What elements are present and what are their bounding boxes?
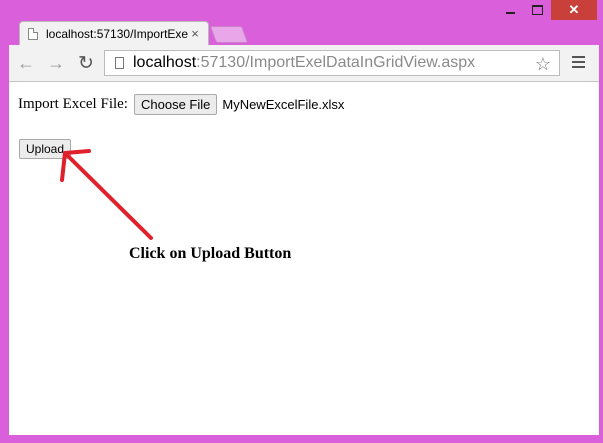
page-icon (115, 57, 124, 69)
annotation-text: Click on Upload Button (129, 245, 292, 262)
browser-toolbar: ← → ↻ localhost:57130/ImportExelDataInGr… (9, 45, 599, 82)
browser-window: ✕ localhost:57130/ImportExe × ← → ↻ loca… (0, 0, 603, 443)
tab-close-icon[interactable]: × (188, 26, 202, 41)
star-icon[interactable]: ☆ (535, 54, 551, 75)
minimize-icon[interactable] (497, 0, 524, 20)
file-label: Import Excel File: (18, 96, 128, 112)
url-path: :57130/ImportExelDataInGridView.aspx (196, 54, 476, 71)
forward-arrow-icon[interactable]: → (46, 53, 66, 73)
choose-file-button[interactable]: Choose File (133, 94, 218, 115)
window-close-button[interactable]: ✕ (551, 0, 597, 20)
menu-icon[interactable] (572, 56, 585, 71)
new-tab-button[interactable] (209, 26, 249, 43)
maximize-icon[interactable] (524, 0, 551, 20)
selected-file-name: MyNewExcelFile.xlsx (222, 97, 345, 112)
annotation-arrow (60, 149, 153, 240)
url-host: localhost (133, 54, 197, 71)
back-arrow-icon[interactable]: ← (16, 53, 36, 73)
page-icon (28, 27, 38, 40)
file-upload-row: Import Excel File: Choose File MyNewExce… (18, 94, 344, 115)
close-icon: ✕ (568, 2, 580, 17)
upload-button[interactable]: Upload (19, 139, 72, 159)
window-controls: ✕ (497, 0, 597, 21)
address-bar[interactable]: localhost:57130/ImportExelDataInGridView… (104, 50, 560, 76)
browser-tab[interactable]: localhost:57130/ImportExe × (19, 21, 209, 45)
page-content: Import Excel File: Choose File MyNewExce… (9, 82, 599, 435)
reload-icon[interactable]: ↻ (76, 53, 96, 74)
tab-title: localhost:57130/ImportExe (46, 26, 188, 41)
